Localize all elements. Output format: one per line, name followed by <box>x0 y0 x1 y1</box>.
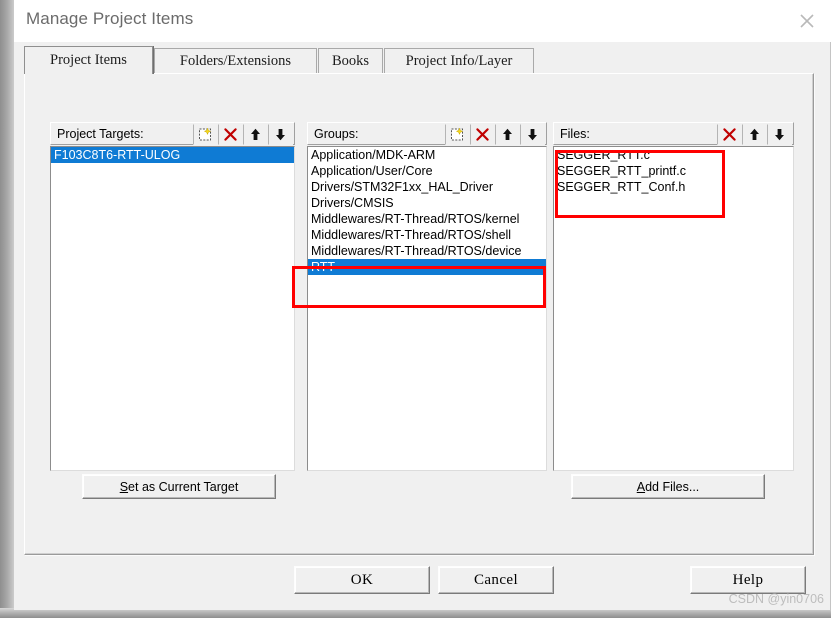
tab-label: Books <box>331 52 370 69</box>
label-rest: et as Current Target <box>128 479 239 494</box>
tab-project-items[interactable]: Project Items <box>24 46 153 74</box>
help-button[interactable]: Help <box>690 566 806 594</box>
move-up-icon[interactable] <box>243 123 268 145</box>
delete-icon[interactable] <box>717 123 742 145</box>
help-label: Help <box>732 571 764 588</box>
project-targets-header: Project Targets: <box>50 122 295 145</box>
move-down-icon[interactable] <box>767 123 792 145</box>
title-bar: Manage Project Items <box>14 0 831 42</box>
ok-label: OK <box>350 571 374 588</box>
groups-label: Groups: <box>314 126 359 141</box>
close-icon[interactable] <box>792 6 822 36</box>
cancel-button[interactable]: Cancel <box>438 566 554 594</box>
list-item[interactable]: Middlewares/RT-Thread/RTOS/shell <box>308 227 546 243</box>
dialog-body: Project Items Folders/Extensions Books P… <box>14 42 831 610</box>
project-targets-toolbar <box>193 123 293 145</box>
delete-icon[interactable] <box>218 123 243 145</box>
list-item[interactable]: Middlewares/RT-Thread/RTOS/kernel <box>308 211 546 227</box>
files-header: Files: <box>553 122 794 145</box>
files-label: Files: <box>560 126 590 141</box>
project-targets-listbox[interactable]: F103C8T6-RTT-ULOG <box>50 146 295 471</box>
label-rest: dd Files... <box>645 479 700 494</box>
new-icon[interactable] <box>193 123 218 145</box>
manage-project-items-window: Manage Project Items Project Items Folde… <box>0 0 831 618</box>
list-item[interactable]: Application/User/Core <box>308 163 546 179</box>
ok-button[interactable]: OK <box>294 566 430 594</box>
tab-panel-project-items: Project Targets: F103C8T6-RTT-ULOG Group… <box>24 73 814 555</box>
list-item[interactable]: SEGGER_RTT_printf.c <box>554 163 793 179</box>
list-item[interactable]: Middlewares/RT-Thread/RTOS/device <box>308 243 546 259</box>
set-as-current-target-label: Set as Current Target <box>120 480 239 494</box>
files-listbox[interactable]: SEGGER_RTT.c SEGGER_RTT_printf.c SEGGER_RT… <box>553 146 794 471</box>
tab-books[interactable]: Books <box>318 48 383 73</box>
add-files-label: Add Files... <box>637 480 700 494</box>
watermark: CSDN @yin0706 <box>728 592 824 606</box>
list-item[interactable]: Drivers/CMSIS <box>308 195 546 211</box>
tab-label: Project Items <box>50 52 127 68</box>
tab-label: Project Info/Layer <box>405 52 513 69</box>
list-item[interactable]: SEGGER_RTT.c <box>554 147 793 163</box>
project-targets-label: Project Targets: <box>57 126 144 141</box>
list-item[interactable]: SEGGER_RTT_Conf.h <box>554 179 793 195</box>
delete-icon[interactable] <box>470 123 495 145</box>
set-as-current-target-button[interactable]: Set as Current Target <box>82 474 276 499</box>
accel-char: A <box>636 479 646 494</box>
move-down-icon[interactable] <box>520 123 545 145</box>
move-down-icon[interactable] <box>268 123 293 145</box>
accel-char: S <box>119 479 129 494</box>
window-title: Manage Project Items <box>26 9 194 28</box>
cancel-label: Cancel <box>473 571 519 588</box>
move-up-icon[interactable] <box>742 123 767 145</box>
dialog-frame: Manage Project Items Project Items Folde… <box>14 0 831 610</box>
list-item[interactable]: RTT <box>308 259 546 275</box>
groups-listbox[interactable]: Application/MDK-ARM Application/User/Core… <box>307 146 547 471</box>
groups-header: Groups: <box>307 122 547 145</box>
move-up-icon[interactable] <box>495 123 520 145</box>
tab-label: Folders/Extensions <box>179 52 292 69</box>
tab-project-info-layer[interactable]: Project Info/Layer <box>384 48 534 73</box>
groups-toolbar <box>445 123 545 145</box>
list-item[interactable]: F103C8T6-RTT-ULOG <box>51 147 294 163</box>
tab-folders-extensions[interactable]: Folders/Extensions <box>154 48 317 73</box>
add-files-button[interactable]: Add Files... <box>571 474 765 499</box>
new-icon[interactable] <box>445 123 470 145</box>
list-item[interactable]: Application/MDK-ARM <box>308 147 546 163</box>
files-toolbar <box>717 123 792 145</box>
list-item[interactable]: Drivers/STM32F1xx_HAL_Driver <box>308 179 546 195</box>
